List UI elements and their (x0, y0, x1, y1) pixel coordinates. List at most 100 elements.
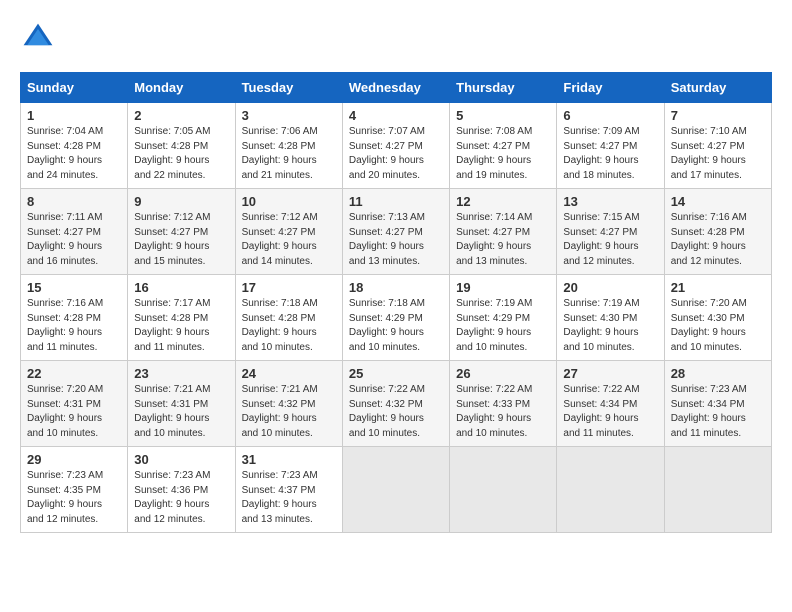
calendar-cell: 20Sunrise: 7:19 AMSunset: 4:30 PMDayligh… (557, 275, 664, 361)
calendar-week-row: 15 Sunrise: 7:16 AMSunset: 4:28 PMDayligh… (21, 275, 772, 361)
day-number: 16 (134, 280, 228, 295)
calendar-week-row: 8 Sunrise: 7:11 AMSunset: 4:27 PMDaylight… (21, 189, 772, 275)
day-info: Sunrise: 7:23 AMSunset: 4:34 PMDaylight:… (671, 383, 765, 441)
calendar-week-row: 22 Sunrise: 7:20 AMSunset: 4:31 PMDayligh… (21, 361, 772, 447)
day-number: 13 (563, 194, 657, 209)
day-number: 6 (563, 108, 657, 123)
day-number: 21 (671, 280, 765, 295)
day-info: Sunrise: 7:21 AMSunset: 4:31 PMDaylight:… (134, 383, 228, 441)
calendar-cell: 11Sunrise: 7:13 AMSunset: 4:27 PMDayligh… (342, 189, 449, 275)
calendar-cell: 2 Sunrise: 7:05 AMSunset: 4:28 PMDaylight… (128, 103, 235, 189)
day-number: 19 (456, 280, 550, 295)
day-number: 14 (671, 194, 765, 209)
day-number: 20 (563, 280, 657, 295)
col-header-monday: Monday (128, 73, 235, 103)
calendar-cell: 13 Sunrise: 7:15 AMSunset: 4:27 PMDayligh… (557, 189, 664, 275)
calendar-week-row: 1 Sunrise: 7:04 AMSunset: 4:28 PMDaylight… (21, 103, 772, 189)
day-info: Sunrise: 7:05 AMSunset: 4:28 PMDaylight:… (134, 125, 228, 183)
day-info: Sunrise: 7:09 AMSunset: 4:27 PMDaylight:… (563, 125, 657, 183)
day-number: 7 (671, 108, 765, 123)
calendar-cell: 29 Sunrise: 7:23 AMSunset: 4:35 PMDayligh… (21, 447, 128, 533)
day-info: Sunrise: 7:21 AMSunset: 4:32 PMDaylight:… (242, 383, 336, 441)
day-info: Sunrise: 7:20 AMSunset: 4:31 PMDaylight:… (27, 383, 121, 441)
day-number: 17 (242, 280, 336, 295)
day-number: 29 (27, 452, 121, 467)
day-number: 18 (349, 280, 443, 295)
day-info: Sunrise: 7:07 AMSunset: 4:27 PMDaylight:… (349, 125, 443, 183)
calendar-cell: 28 Sunrise: 7:23 AMSunset: 4:34 PMDayligh… (664, 361, 771, 447)
day-number: 5 (456, 108, 550, 123)
calendar-cell (450, 447, 557, 533)
day-number: 11 (349, 194, 443, 209)
calendar-cell: 18 Sunrise: 7:18 AMSunset: 4:29 PMDayligh… (342, 275, 449, 361)
day-number: 28 (671, 366, 765, 381)
calendar-cell: 8 Sunrise: 7:11 AMSunset: 4:27 PMDaylight… (21, 189, 128, 275)
day-number: 2 (134, 108, 228, 123)
calendar-table: SundayMondayTuesdayWednesdayThursdayFrid… (20, 72, 772, 533)
day-number: 31 (242, 452, 336, 467)
day-number: 22 (27, 366, 121, 381)
calendar-cell: 19 Sunrise: 7:19 AMSunset: 4:29 PMDayligh… (450, 275, 557, 361)
logo (20, 20, 60, 56)
day-info: Sunrise: 7:08 AMSunset: 4:27 PMDaylight:… (456, 125, 550, 183)
day-number: 25 (349, 366, 443, 381)
day-number: 30 (134, 452, 228, 467)
day-info: Sunrise: 7:20 AMSunset: 4:30 PMDaylight:… (671, 297, 765, 355)
day-info: Sunrise: 7:23 AMSunset: 4:35 PMDaylight:… (27, 469, 121, 527)
calendar-cell: 3 Sunrise: 7:06 AMSunset: 4:28 PMDaylight… (235, 103, 342, 189)
page-header (20, 20, 772, 56)
day-info: Sunrise: 7:19 AMSunset: 4:29 PMDaylight:… (456, 297, 550, 355)
col-header-sunday: Sunday (21, 73, 128, 103)
calendar-week-row: 29 Sunrise: 7:23 AMSunset: 4:35 PMDayligh… (21, 447, 772, 533)
calendar-cell: 30Sunrise: 7:23 AMSunset: 4:36 PMDayligh… (128, 447, 235, 533)
day-number: 3 (242, 108, 336, 123)
day-info: Sunrise: 7:16 AMSunset: 4:28 PMDaylight:… (671, 211, 765, 269)
day-number: 10 (242, 194, 336, 209)
calendar-cell: 10Sunrise: 7:12 AMSunset: 4:27 PMDayligh… (235, 189, 342, 275)
col-header-saturday: Saturday (664, 73, 771, 103)
day-number: 1 (27, 108, 121, 123)
day-info: Sunrise: 7:04 AMSunset: 4:28 PMDaylight:… (27, 125, 121, 183)
calendar-cell: 26 Sunrise: 7:22 AMSunset: 4:33 PMDayligh… (450, 361, 557, 447)
calendar-cell: 4Sunrise: 7:07 AMSunset: 4:27 PMDaylight… (342, 103, 449, 189)
calendar-cell: 27 Sunrise: 7:22 AMSunset: 4:34 PMDayligh… (557, 361, 664, 447)
calendar-cell: 22 Sunrise: 7:20 AMSunset: 4:31 PMDayligh… (21, 361, 128, 447)
day-info: Sunrise: 7:22 AMSunset: 4:34 PMDaylight:… (563, 383, 657, 441)
calendar-cell: 9Sunrise: 7:12 AMSunset: 4:27 PMDaylight… (128, 189, 235, 275)
calendar-cell: 6 Sunrise: 7:09 AMSunset: 4:27 PMDaylight… (557, 103, 664, 189)
calendar-cell: 16 Sunrise: 7:17 AMSunset: 4:28 PMDayligh… (128, 275, 235, 361)
calendar-cell: 24 Sunrise: 7:21 AMSunset: 4:32 PMDayligh… (235, 361, 342, 447)
day-info: Sunrise: 7:18 AMSunset: 4:28 PMDaylight:… (242, 297, 336, 355)
calendar-cell: 21 Sunrise: 7:20 AMSunset: 4:30 PMDayligh… (664, 275, 771, 361)
calendar-cell: 15 Sunrise: 7:16 AMSunset: 4:28 PMDayligh… (21, 275, 128, 361)
col-header-wednesday: Wednesday (342, 73, 449, 103)
day-info: Sunrise: 7:22 AMSunset: 4:33 PMDaylight:… (456, 383, 550, 441)
day-info: Sunrise: 7:11 AMSunset: 4:27 PMDaylight:… (27, 211, 121, 269)
day-info: Sunrise: 7:18 AMSunset: 4:29 PMDaylight:… (349, 297, 443, 355)
calendar-cell: 17 Sunrise: 7:18 AMSunset: 4:28 PMDayligh… (235, 275, 342, 361)
calendar-cell: 1 Sunrise: 7:04 AMSunset: 4:28 PMDaylight… (21, 103, 128, 189)
day-number: 26 (456, 366, 550, 381)
calendar-cell (557, 447, 664, 533)
day-info: Sunrise: 7:16 AMSunset: 4:28 PMDaylight:… (27, 297, 121, 355)
day-info: Sunrise: 7:17 AMSunset: 4:28 PMDaylight:… (134, 297, 228, 355)
day-info: Sunrise: 7:12 AMSunset: 4:27 PMDaylight:… (134, 211, 228, 269)
day-info: Sunrise: 7:23 AMSunset: 4:37 PMDaylight:… (242, 469, 336, 527)
calendar-cell: 23 Sunrise: 7:21 AMSunset: 4:31 PMDayligh… (128, 361, 235, 447)
calendar-cell: 14 Sunrise: 7:16 AMSunset: 4:28 PMDayligh… (664, 189, 771, 275)
day-number: 12 (456, 194, 550, 209)
col-header-tuesday: Tuesday (235, 73, 342, 103)
day-number: 23 (134, 366, 228, 381)
day-info: Sunrise: 7:15 AMSunset: 4:27 PMDaylight:… (563, 211, 657, 269)
day-number: 15 (27, 280, 121, 295)
day-number: 8 (27, 194, 121, 209)
col-header-friday: Friday (557, 73, 664, 103)
day-info: Sunrise: 7:06 AMSunset: 4:28 PMDaylight:… (242, 125, 336, 183)
day-info: Sunrise: 7:14 AMSunset: 4:27 PMDaylight:… (456, 211, 550, 269)
calendar-cell: 25Sunrise: 7:22 AMSunset: 4:32 PMDayligh… (342, 361, 449, 447)
calendar-cell (342, 447, 449, 533)
day-number: 24 (242, 366, 336, 381)
day-number: 27 (563, 366, 657, 381)
calendar-cell: 7Sunrise: 7:10 AMSunset: 4:27 PMDaylight… (664, 103, 771, 189)
calendar-cell (664, 447, 771, 533)
